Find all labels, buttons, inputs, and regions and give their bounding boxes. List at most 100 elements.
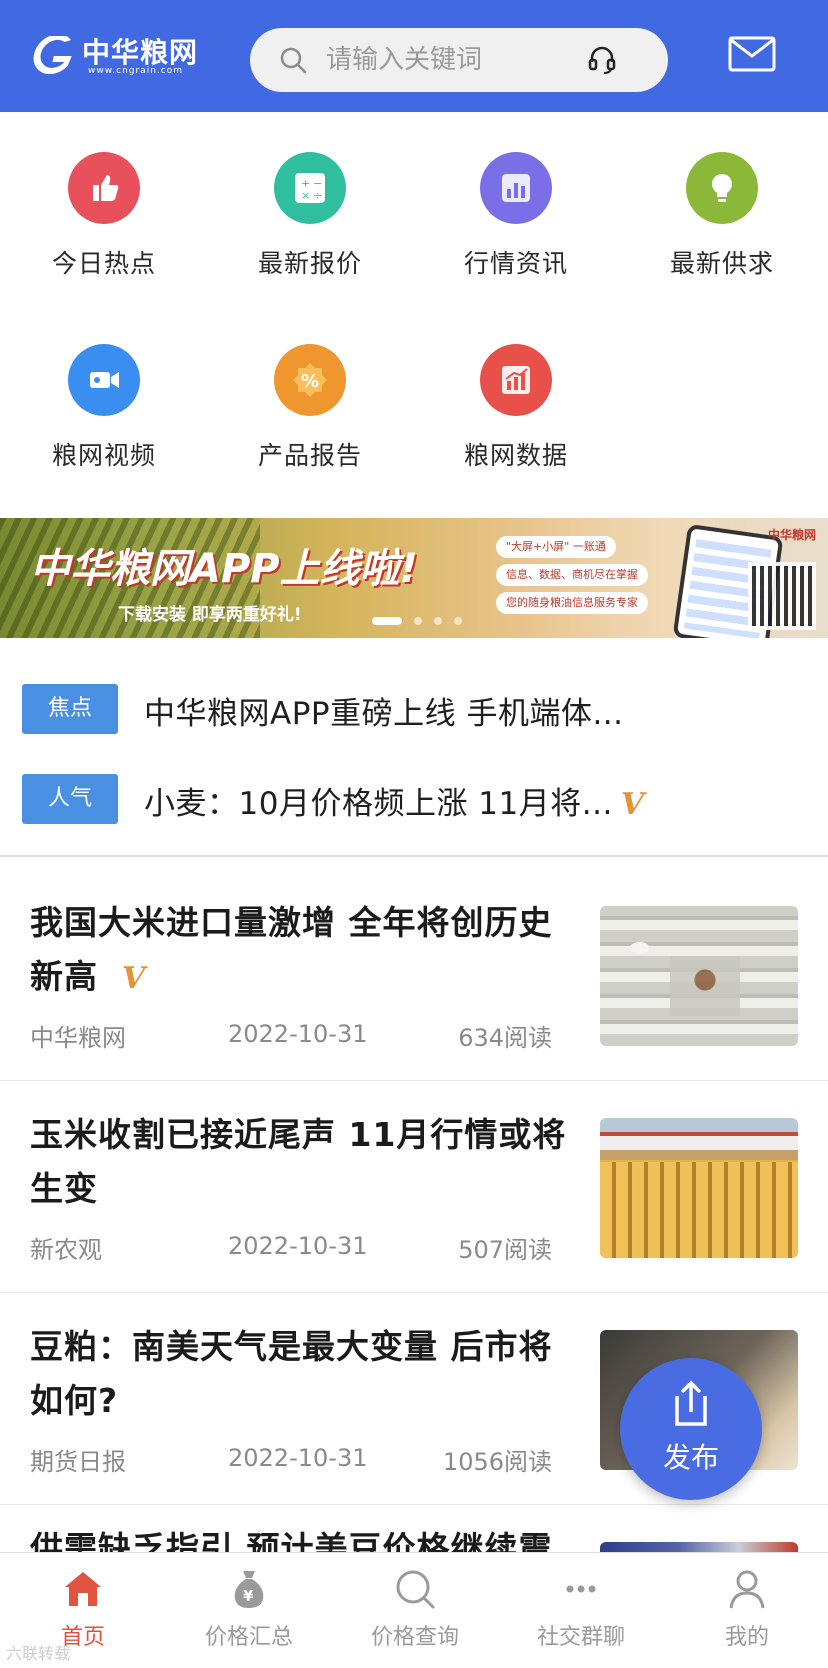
news-title-line: 我国大米进口量激增 全年将创历史 [30, 903, 553, 942]
tab-price-query[interactable]: 价格查询 [332, 1553, 498, 1668]
banner-dot[interactable] [414, 616, 422, 625]
category-latest-quotes[interactable]: + − × ÷ 最新报价 [230, 152, 390, 302]
banner-dot[interactable] [454, 616, 462, 625]
news-thumbnail [600, 1118, 798, 1258]
ticker-text: 中华粮网APP重磅上线 手机端体... [144, 696, 624, 732]
news-source: 中华粮网 [30, 1024, 126, 1052]
tab-social-chat[interactable]: 社交群聊 [498, 1553, 664, 1668]
light-bulb-icon [686, 152, 758, 224]
search-bar[interactable] [250, 28, 668, 92]
news-date: 2022-10-31 [228, 1232, 368, 1260]
news-item[interactable]: 供需缺乏指引 预计美豆价格继续震 [0, 1506, 828, 1552]
search-input[interactable] [326, 28, 586, 92]
news-reads: 1056阅读 [442, 1448, 552, 1476]
calculator-icon: + − × ÷ [274, 152, 346, 224]
focus-badge: 焦点 [22, 684, 118, 734]
app-logo[interactable]: 中华粮网 www.cngrain.com [30, 36, 212, 76]
list-divider [0, 1504, 828, 1505]
news-title-line-text: 新高 [30, 957, 98, 996]
news-thumbnail [600, 906, 798, 1046]
svg-text:¥: ¥ [243, 1587, 254, 1605]
news-title-line: 玉米收割已接近尾声 11月行情或将 [30, 1115, 567, 1154]
category-label: 最新供求 [669, 249, 774, 278]
news-reads: 507阅读 [458, 1236, 552, 1264]
popular-badge: 人气 [22, 774, 118, 824]
more-dots-icon [566, 1585, 596, 1593]
percent-badge-icon: % [274, 344, 346, 416]
banner-dot-active[interactable] [372, 616, 402, 625]
banner-tag: "大屏+小屏" 一账通 [496, 536, 616, 558]
list-divider [0, 1292, 828, 1293]
banner-subtitle: 下载安装 即享两重好礼! [118, 605, 302, 625]
tab-label: 我的 [724, 1625, 769, 1650]
news-title-line: 新高 V [30, 950, 590, 1006]
banner-dot[interactable] [434, 616, 442, 625]
category-label: 今日热点 [51, 249, 156, 278]
share-upload-icon [675, 1380, 707, 1426]
list-divider [0, 1080, 828, 1081]
headline-ticker-focus[interactable]: 焦点 中华粮网APP重磅上线 手机端体... [22, 680, 812, 740]
money-bag-icon: ¥ [234, 1571, 264, 1608]
promo-banner[interactable]: 中华粮网APP上线啦! 下载安装 即享两重好礼! "大屏+小屏" 一账通 信息、… [0, 518, 828, 638]
news-title: 豆粕：南美天气是最大变量 后市将 如何? [30, 1320, 590, 1428]
category-grain-data[interactable]: 粮网数据 [436, 344, 596, 494]
tab-price-summary[interactable]: ¥ 价格汇总 [166, 1553, 332, 1668]
ticker-text-content: 小麦：10月价格频上涨 11月将... [144, 786, 613, 822]
ticker-text: 小麦：10月价格频上涨 11月将... V [144, 778, 645, 823]
qr-code-icon [748, 562, 816, 630]
watermark: 六联转载 [6, 1644, 71, 1663]
logo-url-text: www.cngrain.com [88, 66, 183, 76]
mail-icon[interactable] [728, 36, 776, 72]
publish-button[interactable]: 发布 [620, 1358, 762, 1500]
news-source: 新农观 [30, 1236, 102, 1264]
logo-text: 中华粮网 [82, 36, 199, 69]
section-divider [0, 855, 828, 857]
search-icon [280, 47, 307, 74]
tab-profile[interactable]: 我的 [664, 1553, 828, 1668]
category-today-hot[interactable]: 今日热点 [24, 152, 184, 302]
news-source: 期货日报 [30, 1448, 126, 1476]
top-header: 中华粮网 www.cngrain.com [0, 0, 828, 112]
svg-text:×: × [301, 189, 310, 202]
news-item[interactable]: 我国大米进口量激增 全年将创历史 新高 V 中华粮网 2022-10-31 634… [0, 870, 828, 1082]
news-date: 2022-10-31 [228, 1020, 368, 1048]
svg-text:%: % [301, 371, 319, 392]
news-title-line: 豆粕：南美天气是最大变量 后市将 [30, 1327, 553, 1366]
logo-mark-icon [33, 36, 72, 74]
publish-label: 发布 [662, 1441, 719, 1474]
news-date: 2022-10-31 [228, 1444, 368, 1472]
category-label: 行情资讯 [463, 249, 568, 278]
home-icon [65, 1572, 101, 1606]
tab-label: 价格查询 [370, 1625, 459, 1650]
svg-text:÷: ÷ [313, 189, 322, 202]
category-label: 粮网数据 [463, 441, 568, 470]
banner-tag: 您的随身粮油信息服务专家 [496, 592, 648, 614]
category-market-news[interactable]: 行情资讯 [436, 152, 596, 302]
tab-label: 社交群聊 [536, 1625, 625, 1650]
news-title: 玉米收割已接近尾声 11月行情或将 生变 [30, 1108, 590, 1216]
news-title: 我国大米进口量激增 全年将创历史 新高 V [30, 896, 590, 1006]
category-supply-demand[interactable]: 最新供求 [642, 152, 802, 302]
news-item[interactable]: 玉米收割已接近尾声 11月行情或将 生变 新农观 2022-10-31 507阅… [0, 1082, 828, 1294]
growth-chart-icon [480, 344, 552, 416]
banner-pagination[interactable] [372, 610, 474, 625]
headline-ticker-popular[interactable]: 人气 小麦：10月价格频上涨 11月将... V [22, 770, 812, 830]
banner-title: 中华粮网APP上线啦! [30, 546, 418, 592]
headset-icon[interactable] [586, 44, 618, 76]
banner-brand: 中华粮网 [767, 528, 816, 542]
bar-chart-icon [480, 152, 552, 224]
category-product-reports[interactable]: % 产品报告 [230, 344, 390, 494]
bottom-tab-bar: 首页 ¥ 价格汇总 价格查询 社交群聊 我的 [0, 1552, 828, 1668]
video-camera-icon [68, 344, 140, 416]
category-label: 最新报价 [257, 249, 362, 278]
news-title-line: 供需缺乏指引 预计美豆价格继续震 [30, 1529, 553, 1552]
verified-v-icon: V [620, 787, 645, 822]
news-title-line: 生变 [30, 1169, 98, 1208]
banner-tag: 信息、数据、商机尽在掌握 [496, 564, 648, 586]
news-reads: 634阅读 [458, 1024, 552, 1052]
search-icon [396, 1570, 435, 1609]
news-thumbnail [600, 1542, 798, 1552]
category-videos[interactable]: 粮网视频 [24, 344, 184, 494]
category-label: 产品报告 [257, 441, 362, 470]
thumbs-up-icon [68, 152, 140, 224]
